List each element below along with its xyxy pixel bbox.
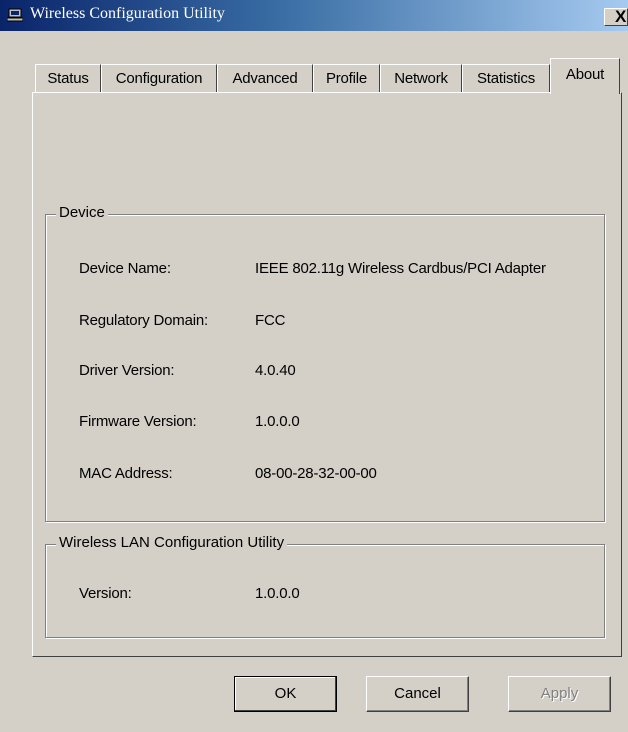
device-name-value: IEEE 802.11g Wireless Cardbus/PCI Adapte… (255, 260, 546, 277)
tab-network[interactable]: Network (380, 64, 462, 92)
utility-version-value: 1.0.0.0 (255, 585, 300, 602)
tab-status[interactable]: Status (35, 64, 101, 92)
driver-version-value: 4.0.40 (255, 362, 296, 379)
utility-group-title: Wireless LAN Configuration Utility (56, 534, 288, 551)
close-button[interactable]: X (604, 7, 628, 26)
title-bar[interactable]: Wireless Configuration Utility X (0, 0, 628, 31)
window-title: Wireless Configuration Utility (30, 5, 225, 22)
firmware-version-label: Firmware Version: (79, 413, 197, 430)
apply-button[interactable]: Apply (508, 676, 611, 712)
device-group-title: Device (56, 204, 108, 221)
ok-button[interactable]: OK (234, 676, 337, 712)
regulatory-domain-label: Regulatory Domain: (79, 312, 208, 329)
regulatory-domain-value: FCC (255, 312, 286, 329)
tab-profile[interactable]: Profile (313, 64, 380, 92)
utility-version-label: Version: (79, 585, 132, 602)
driver-version-label: Driver Version: (79, 362, 175, 379)
device-name-label: Device Name: (79, 260, 171, 277)
close-icon: X (615, 7, 627, 26)
tab-statistics[interactable]: Statistics (462, 64, 550, 92)
computer-icon (7, 8, 23, 22)
tab-advanced[interactable]: Advanced (217, 64, 313, 92)
about-panel: Device Device Name: IEEE 802.11g Wireles… (32, 92, 622, 657)
tab-about[interactable]: About (550, 58, 620, 94)
cancel-button[interactable]: Cancel (366, 676, 469, 712)
mac-address-value: 08-00-28-32-00-00 (255, 465, 377, 482)
tab-configuration[interactable]: Configuration (101, 64, 217, 92)
firmware-version-value: 1.0.0.0 (255, 413, 300, 430)
mac-address-label: MAC Address: (79, 465, 173, 482)
